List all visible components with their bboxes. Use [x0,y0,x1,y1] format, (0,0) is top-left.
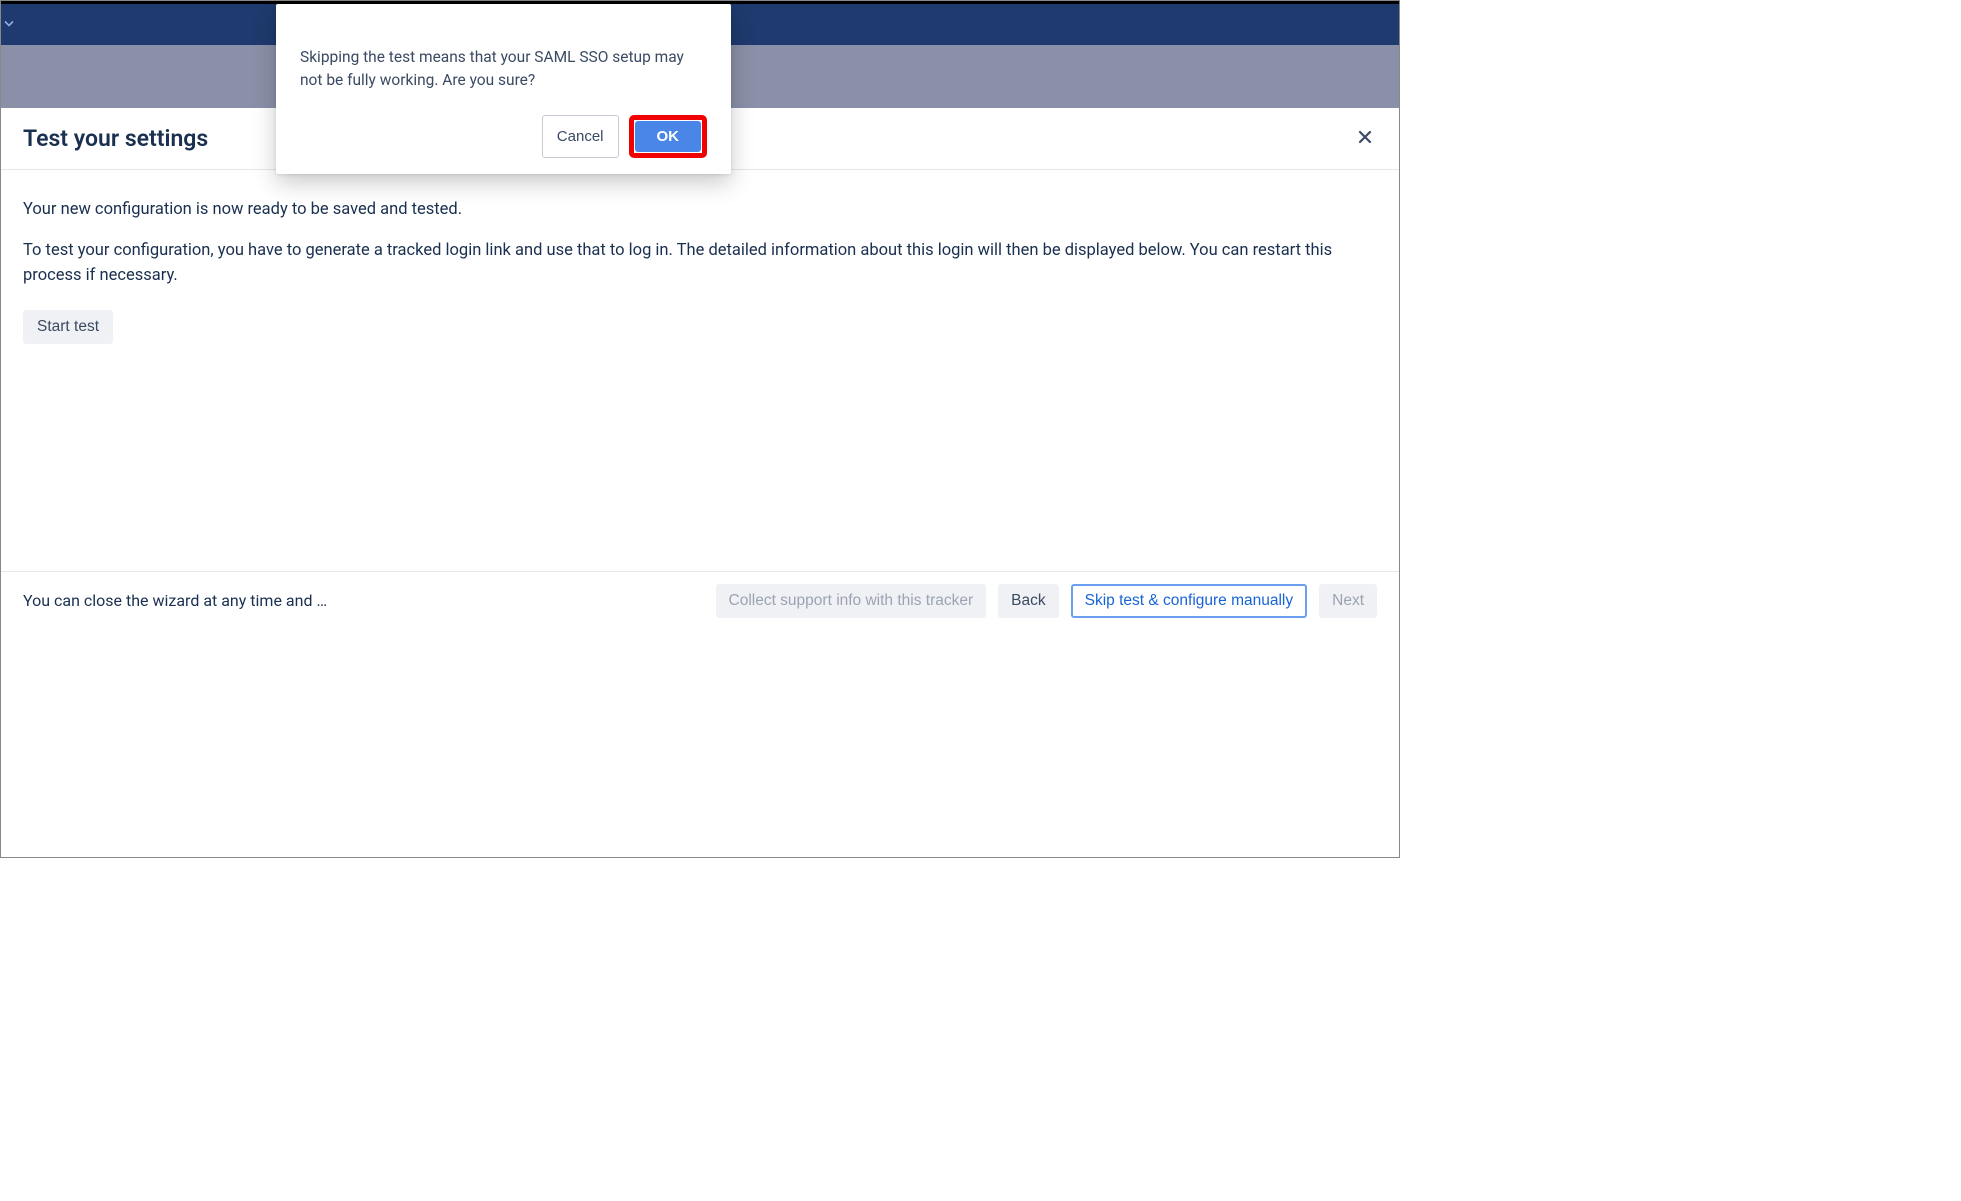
chevron-down-icon[interactable] [3,17,15,32]
confirm-skip-dialog: Skipping the test means that your SAML S… [276,4,731,174]
dialog-message: Skipping the test means that your SAML S… [300,46,707,93]
close-button[interactable] [1353,125,1377,152]
start-test-button[interactable]: Start test [23,310,113,344]
panel-content: Your new configuration is now ready to b… [1,170,1399,571]
footer-buttons: Collect support info with this tracker B… [716,584,1378,618]
back-button[interactable]: Back [998,584,1058,618]
config-instructions-text: To test your configuration, you have to … [23,239,1377,289]
wizard-footer: You can close the wizard at any time and… [1,571,1399,629]
viewport: Test your settings Your new configuratio… [0,0,1400,858]
footer-hint-text: You can close the wizard at any time and… [23,591,335,610]
close-icon [1357,129,1373,145]
dialog-buttons: Cancel OK [300,115,707,158]
ok-button[interactable]: OK [635,121,702,152]
collect-support-button[interactable]: Collect support info with this tracker [716,584,987,618]
skip-test-button[interactable]: Skip test & configure manually [1071,584,1308,618]
next-button[interactable]: Next [1319,584,1377,618]
ok-button-highlight: OK [629,115,708,158]
main-panel: Test your settings Your new configuratio… [1,108,1399,629]
config-ready-text: Your new configuration is now ready to b… [23,198,1377,223]
page-title: Test your settings [23,125,208,152]
cancel-button[interactable]: Cancel [542,115,619,158]
